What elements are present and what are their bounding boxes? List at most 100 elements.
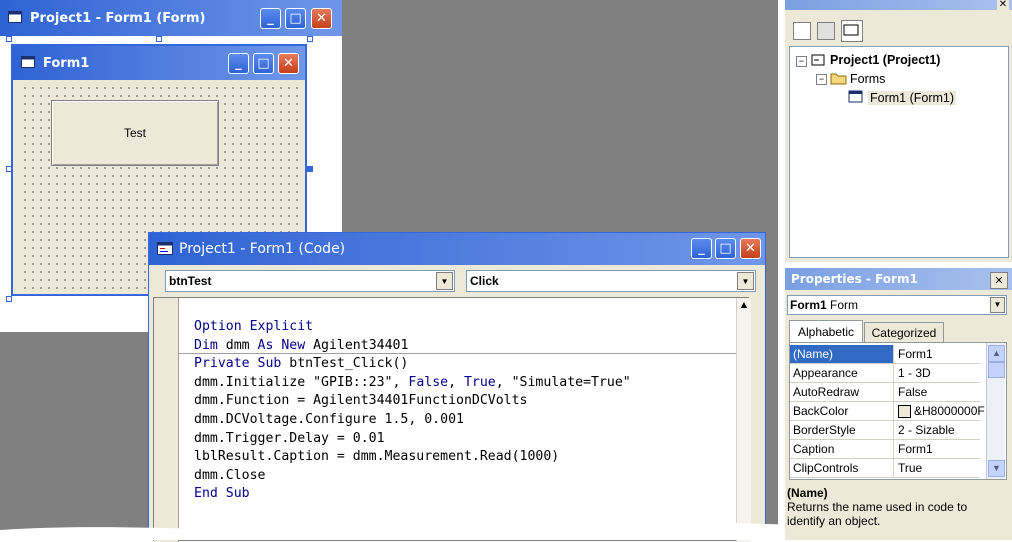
code-keyword: As New <box>257 337 306 353</box>
view-object-button[interactable] <box>817 22 835 40</box>
properties-grid[interactable]: (Name) Form1 Appearance 1 - 3D AutoRedra… <box>789 342 1007 480</box>
property-value[interactable]: 1 - 3D <box>898 364 931 382</box>
code-token: Agilent34401 <box>305 337 409 353</box>
form1-minimize-button[interactable]: _ <box>228 53 249 74</box>
scroll-down-arrow-icon[interactable]: ▼ <box>988 460 1005 477</box>
code-minimize-button[interactable]: _ <box>691 238 712 259</box>
property-row[interactable]: (Name) Form1 <box>790 345 980 364</box>
forms-folder-label[interactable]: Forms <box>850 72 885 86</box>
test-button[interactable]: Test <box>51 100 219 166</box>
property-row[interactable]: Appearance 1 - 3D <box>790 364 980 383</box>
expand-icon[interactable]: − <box>816 74 827 85</box>
property-name: AutoRedraw <box>790 383 894 401</box>
close-button[interactable]: ✕ <box>311 8 332 29</box>
property-row[interactable]: BackColor &H8000000F <box>790 402 985 421</box>
code-line[interactable]: Dim dmm As New Agilent34401 <box>194 337 631 356</box>
scroll-thumb[interactable] <box>988 362 1005 378</box>
close-icon[interactable]: ✕ <box>997 0 1009 10</box>
minimize-button[interactable]: _ <box>260 8 281 29</box>
code-line[interactable]: dmm.Trigger.Delay = 0.01 <box>194 430 631 449</box>
code-token: dmm.Initialize "GPIB::23", <box>194 374 409 390</box>
code-maximize-button[interactable]: □ <box>715 238 736 259</box>
maximize-button[interactable]: □ <box>285 8 306 29</box>
folder-icon <box>830 71 848 88</box>
code-token: , <box>448 374 464 390</box>
code-keyword: Private Sub <box>194 356 282 372</box>
color-swatch <box>898 405 911 418</box>
resize-handle-tr[interactable] <box>307 36 313 42</box>
tab-alphabetic[interactable]: Alphabetic <box>789 320 863 343</box>
code-icon <box>157 242 173 256</box>
code-window-title: Project1 - Form1 (Code) <box>179 241 346 257</box>
procedure-combo-value: Click <box>470 274 499 288</box>
object-combo[interactable]: btnTest ▼ <box>165 270 455 292</box>
code-line[interactable]: dmm.Function = Agilent34401FunctionDCVol… <box>194 392 631 411</box>
property-value[interactable]: True <box>898 459 922 477</box>
code-editor[interactable]: Option Explicit Dim dmm As New Agilent344… <box>153 297 751 542</box>
procedure-combo[interactable]: Click ▼ <box>466 270 756 292</box>
property-value[interactable]: &H8000000F <box>914 402 985 420</box>
resize-handle-bl[interactable] <box>6 296 12 302</box>
expand-icon[interactable]: − <box>796 56 807 67</box>
code-window-titlebar[interactable]: Project1 - Form1 (Code) <box>149 233 765 265</box>
chevron-down-icon[interactable]: ▼ <box>990 297 1005 313</box>
code-keyword: False <box>408 374 449 390</box>
tab-categorized[interactable]: Categorized <box>864 322 944 343</box>
code-line[interactable]: lblResult.Caption = dmm.Measurement.Read… <box>194 448 631 467</box>
code-text[interactable]: Option Explicit Dim dmm As New Agilent344… <box>194 318 631 504</box>
properties-close-button[interactable]: ✕ <box>990 272 1008 289</box>
code-token: btnTest_Click() <box>281 356 409 372</box>
code-keyword: End Sub <box>194 486 250 502</box>
property-name: BorderStyle <box>790 421 894 439</box>
code-line[interactable]: Private Sub btnTest_Click() <box>194 355 631 374</box>
code-token: dmm.DCVoltage.Configure 1.5, 0.001 <box>194 411 464 427</box>
code-close-button[interactable]: ✕ <box>740 238 761 259</box>
resize-handle-tm[interactable] <box>156 36 162 42</box>
property-name: Appearance <box>790 364 894 382</box>
form1-close-button[interactable]: ✕ <box>278 53 299 74</box>
code-keyword: Dim <box>194 337 218 353</box>
resize-handle-mr[interactable] <box>307 166 313 172</box>
project-root-label[interactable]: Project1 (Project1) <box>830 53 940 67</box>
properties-titlebar[interactable]: Properties - Form1 <box>785 268 1012 290</box>
property-row[interactable]: AutoRedraw False <box>790 383 980 402</box>
form1-title: Form1 <box>43 55 90 71</box>
project-tree[interactable]: − Project1 (Project1) − Forms Form1 (For… <box>789 46 1009 258</box>
form-icon <box>21 56 37 70</box>
resize-handle-tl[interactable] <box>6 36 12 42</box>
scroll-up-arrow-icon[interactable]: ▲ <box>988 345 1005 362</box>
property-description-text: Returns the name used in code to identif… <box>787 500 968 528</box>
properties-scrollbar[interactable]: ▲ ▼ <box>986 343 1005 479</box>
code-line[interactable]: Option Explicit <box>194 318 631 337</box>
property-description-title: (Name) <box>787 486 828 500</box>
property-row[interactable]: BorderStyle 2 - Sizable <box>790 421 980 440</box>
property-value[interactable]: Form1 <box>898 440 933 458</box>
property-name: BackColor <box>790 402 894 420</box>
form1-tree-item[interactable]: Form1 (Form1) <box>868 91 957 105</box>
form-icon <box>8 11 24 25</box>
toggle-folders-button[interactable] <box>841 20 863 42</box>
code-line[interactable]: dmm.DCVoltage.Configure 1.5, 0.001 <box>194 411 631 430</box>
property-row[interactable]: ClipControls True <box>790 459 980 478</box>
margin-indicator-bar <box>154 298 179 542</box>
vertical-scrollbar[interactable]: ▲ <box>736 298 751 542</box>
form1-maximize-button[interactable]: □ <box>253 53 274 74</box>
code-line[interactable]: End Sub <box>194 485 631 504</box>
chevron-down-icon[interactable]: ▼ <box>737 272 754 290</box>
chevron-down-icon[interactable]: ▼ <box>436 272 453 290</box>
properties-object-combo[interactable]: Form1 Form ▼ <box>787 295 1007 315</box>
property-value[interactable]: Form1 <box>898 345 933 363</box>
view-code-button[interactable] <box>793 22 811 40</box>
property-row[interactable]: Caption Form1 <box>790 440 980 459</box>
code-token: , "Simulate=True" <box>495 374 631 390</box>
code-line[interactable]: dmm.Close <box>194 467 631 486</box>
project-explorer-titlebar[interactable] <box>785 0 1012 10</box>
property-name: Caption <box>790 440 894 458</box>
property-value[interactable]: 2 - Sizable <box>898 421 955 439</box>
scroll-up-arrow-icon[interactable]: ▲ <box>737 300 751 312</box>
properties-object-type: Form <box>830 298 859 312</box>
code-token: dmm.Trigger.Delay = 0.01 <box>194 430 385 446</box>
property-value[interactable]: False <box>898 383 927 401</box>
code-line[interactable]: dmm.Initialize "GPIB::23", False, True, … <box>194 374 631 393</box>
properties-title: Properties - Form1 <box>791 272 918 286</box>
